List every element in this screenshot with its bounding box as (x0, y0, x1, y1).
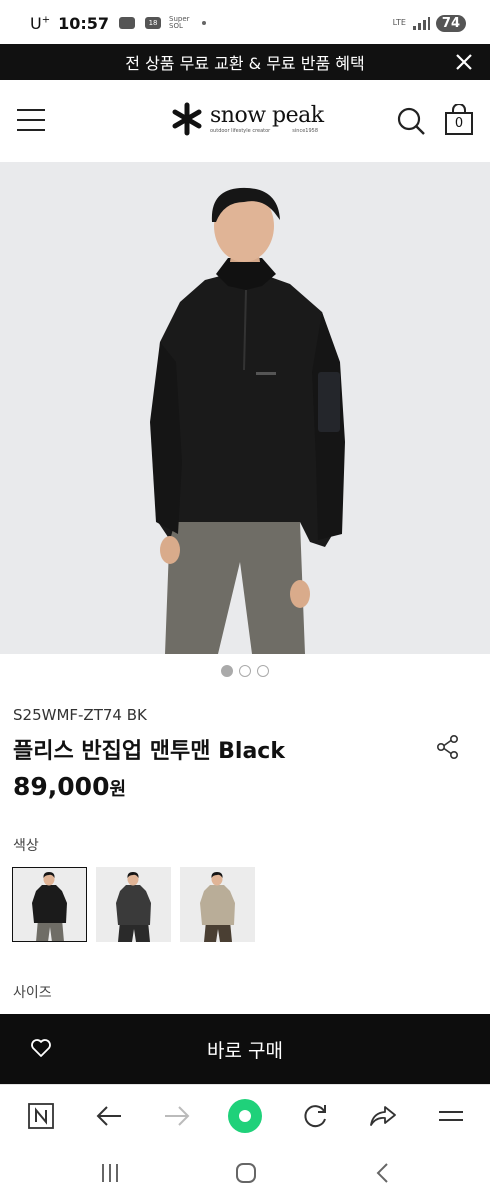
image-carousel-dots[interactable] (0, 665, 490, 677)
product-image[interactable] (0, 162, 490, 654)
status-left: U+ 10:57 18 Super SOL (30, 14, 206, 33)
logo-tagline: outdoor lifestyle creator (210, 128, 271, 134)
browser-toolbar (0, 1084, 490, 1146)
price-value: 89,000 (13, 772, 110, 801)
app-notification-line-2: SOL (169, 22, 183, 30)
status-right: LTE 74 (392, 14, 466, 32)
carousel-dot[interactable] (221, 665, 233, 677)
product-sku: S25WMF-ZT74 BK (13, 706, 147, 724)
brand-logo[interactable]: snow peak outdoor lifestyle creator sinc… (170, 102, 324, 136)
product-title: 플리스 반집업 맨투맨 Black (13, 739, 285, 764)
status-time: 10:57 (58, 13, 110, 33)
menu-icon[interactable] (434, 1099, 468, 1133)
carrier: U+ (30, 14, 50, 33)
forward-arrow-glyph (165, 1106, 190, 1126)
swatch-thumbnail (96, 867, 171, 942)
buy-now-button[interactable]: 바로 구매 (150, 1014, 340, 1084)
back-arrow-glyph (96, 1106, 121, 1126)
recent-apps-icon[interactable] (96, 1160, 124, 1186)
home-green-icon[interactable] (228, 1099, 262, 1133)
carousel-dot[interactable] (239, 665, 251, 677)
app-notification-icon: Super SOL (169, 16, 190, 30)
back-arrow-icon[interactable] (92, 1099, 126, 1133)
notification-badge-label: 18 (148, 19, 158, 27)
status-bar: U+ 10:57 18 Super SOL LTE 74 (0, 0, 490, 46)
battery-indicator: 74 (435, 14, 466, 32)
refresh-glyph (304, 1105, 326, 1128)
logo-text: snow peak outdoor lifestyle creator sinc… (210, 103, 324, 135)
more-notifications-dot (201, 21, 206, 25)
hamburger-menu-icon[interactable] (16, 108, 46, 132)
home-icon[interactable] (232, 1160, 260, 1186)
promo-text: 전 상품 무료 교환 & 무료 반품 혜택 (125, 54, 365, 73)
swatch-thumbnail (12, 867, 87, 942)
promo-banner: 전 상품 무료 교환 & 무료 반품 혜택 (0, 44, 490, 80)
price-unit: 원 (109, 779, 127, 800)
logo-name: snow peak (210, 103, 324, 128)
share-arrow-icon[interactable] (366, 1099, 400, 1133)
voicemail-icon (119, 17, 136, 29)
cart-count: 0 (454, 116, 464, 131)
product-price: 89,000원 (13, 772, 126, 801)
swatch-thumbnail (180, 867, 255, 942)
carrier-name: U (30, 13, 42, 33)
carousel-dot[interactable] (257, 665, 269, 677)
share-arrow-glyph (370, 1106, 396, 1126)
buy-bar: 바로 구매 (0, 1014, 490, 1084)
model-photo (150, 187, 345, 654)
forward-arrow-icon[interactable] (160, 1099, 194, 1133)
share-icon[interactable] (436, 734, 460, 760)
color-swatches (12, 867, 255, 942)
color-swatch-beige[interactable] (180, 867, 255, 942)
system-nav-bar (0, 1146, 490, 1200)
logo-subline: outdoor lifestyle creator since1958 (210, 128, 318, 134)
close-icon[interactable] (452, 50, 476, 74)
n-logo-glyph (28, 1103, 54, 1129)
size-label: 사이즈 (13, 985, 52, 1001)
menu-glyph (439, 1111, 463, 1121)
color-swatch-charcoal[interactable] (96, 867, 171, 942)
snowflake-logo-icon (172, 102, 202, 136)
site-header: snow peak outdoor lifestyle creator sinc… (0, 80, 490, 162)
cart-button[interactable]: 0 (444, 103, 474, 136)
search-icon[interactable] (396, 106, 426, 136)
notification-badge-icon: 18 (145, 17, 162, 29)
heart-icon[interactable] (30, 1038, 52, 1058)
logo-since: since1958 (292, 128, 318, 134)
home-green-glyph (228, 1099, 262, 1133)
network-type: LTE (392, 18, 406, 27)
signal-icon (412, 17, 430, 30)
carrier-sup: + (41, 14, 51, 26)
back-icon[interactable] (370, 1160, 398, 1186)
color-label: 색상 (13, 838, 39, 854)
n-logo-icon[interactable] (24, 1099, 58, 1133)
refresh-icon[interactable] (298, 1099, 332, 1133)
color-swatch-black[interactable] (12, 867, 87, 942)
